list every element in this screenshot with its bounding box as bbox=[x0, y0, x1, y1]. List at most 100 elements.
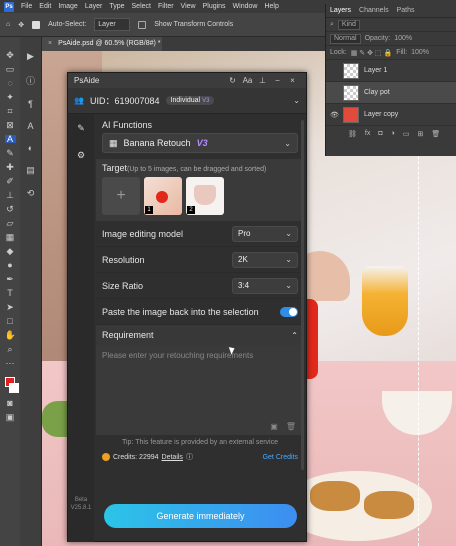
menu-type[interactable]: Type bbox=[109, 3, 124, 10]
generate-button[interactable]: Generate immediately bbox=[104, 504, 297, 528]
add-image-button[interactable]: + bbox=[102, 177, 140, 215]
hand-icon[interactable]: ✋ bbox=[5, 331, 16, 340]
layer-thumbnail bbox=[343, 84, 359, 101]
ai-function-dropdown[interactable]: ▦ Banana Retouch V3 ⌄ bbox=[102, 133, 298, 153]
link-icon[interactable]: ⛓ bbox=[348, 130, 357, 138]
pin-icon[interactable]: ⊥ bbox=[255, 76, 270, 85]
menu-help[interactable]: Help bbox=[264, 3, 278, 10]
menu-file[interactable]: File bbox=[21, 3, 32, 10]
document-tab[interactable]: × PsAide.psd @ 60.5% (RGB/8#) * bbox=[42, 37, 162, 51]
paragraph-icon[interactable]: ¶ bbox=[28, 99, 33, 109]
requirement-header[interactable]: Requirement ⌃ bbox=[96, 325, 304, 345]
chevron-up-icon[interactable]: ⌃ bbox=[291, 331, 298, 340]
layer-item-layer-1[interactable]: Layer 1 bbox=[326, 60, 456, 82]
resolution-dropdown[interactable]: 2K ⌄ bbox=[232, 251, 298, 268]
ai-plugin-icon[interactable]: A bbox=[4, 135, 16, 144]
fx-icon[interactable]: fx bbox=[365, 130, 370, 138]
crop-icon[interactable]: ⌗ bbox=[5, 107, 16, 116]
zoom-icon[interactable]: ⌕ bbox=[5, 345, 16, 354]
brush-icon[interactable]: ✐ bbox=[5, 177, 16, 186]
pen-icon[interactable]: ✒ bbox=[5, 275, 16, 284]
auto-select-dropdown[interactable]: Layer bbox=[94, 18, 131, 31]
history-brush-icon[interactable]: ↺ bbox=[5, 205, 16, 214]
move-icon[interactable]: ✥ bbox=[5, 51, 16, 60]
edit-brush-icon[interactable]: ✎ bbox=[77, 123, 85, 134]
menu-window[interactable]: Window bbox=[233, 3, 258, 10]
menu-view[interactable]: View bbox=[181, 3, 196, 10]
details-link[interactable]: Details bbox=[162, 454, 183, 461]
paste-back-toggle[interactable] bbox=[280, 306, 298, 317]
swatches-icon[interactable]: ▤ bbox=[26, 165, 35, 176]
menu-edit[interactable]: Edit bbox=[39, 3, 51, 10]
magic-wand-icon[interactable]: ✦ bbox=[5, 93, 16, 102]
marquee-icon[interactable]: ▭ bbox=[5, 65, 16, 74]
eye-icon[interactable]: 👁 bbox=[330, 111, 339, 119]
show-transform-checkbox[interactable] bbox=[138, 20, 147, 29]
mask-icon[interactable]: ◘ bbox=[378, 130, 382, 138]
eraser-icon[interactable]: ▱ bbox=[5, 219, 16, 228]
trash-icon[interactable]: 🗑 bbox=[431, 130, 440, 138]
plugin-panel-icon[interactable]: A bbox=[27, 121, 33, 131]
fill-value[interactable]: 100% bbox=[411, 49, 429, 56]
lasso-icon[interactable]: ◌ bbox=[5, 79, 16, 88]
layer-item-layer-copy[interactable]: 👁 Layer copy bbox=[326, 104, 456, 126]
path-select-icon[interactable]: ➤ bbox=[5, 303, 16, 312]
get-credits-link[interactable]: Get Credits bbox=[263, 454, 298, 461]
new-layer-icon[interactable]: ⊞ bbox=[417, 130, 423, 138]
lock-icons[interactable]: ▦ ✎ ✥ ⬚ 🔒 bbox=[351, 49, 392, 57]
gradient-icon[interactable]: ▦ bbox=[5, 233, 16, 242]
font-size-icon[interactable]: Aa bbox=[240, 76, 255, 85]
rectangle-icon[interactable]: □ bbox=[5, 317, 16, 326]
size-ratio-dropdown[interactable]: 3:4 ⌄ bbox=[232, 277, 298, 294]
model-dropdown[interactable]: Pro ⌄ bbox=[232, 225, 298, 242]
settings-gear-icon[interactable]: ⚙ bbox=[77, 150, 85, 161]
screen-mode-icon[interactable]: ▣ bbox=[5, 413, 16, 422]
healing-brush-icon[interactable]: ✚ bbox=[5, 163, 16, 172]
thumb-index: 2 bbox=[187, 206, 195, 214]
adjust-icon[interactable]: ◐ bbox=[28, 143, 33, 153]
menu-plugins[interactable]: Plugins bbox=[203, 3, 226, 10]
info-icon[interactable]: ⓘ bbox=[186, 452, 193, 462]
more-tools-icon[interactable]: ⋯ bbox=[5, 359, 16, 368]
type-icon[interactable]: T bbox=[5, 289, 16, 298]
move-tool-icon[interactable]: ✥ bbox=[18, 21, 24, 29]
tab-paths[interactable]: Paths bbox=[397, 7, 415, 14]
play-icon[interactable]: ▶ bbox=[27, 51, 34, 62]
blur-icon[interactable]: ◆ bbox=[5, 247, 16, 256]
close-icon[interactable]: × bbox=[285, 76, 300, 85]
home-icon[interactable]: ⌂ bbox=[6, 21, 10, 28]
info-icon[interactable]: ⓘ bbox=[26, 74, 35, 87]
close-document-icon[interactable]: × bbox=[48, 40, 52, 47]
stamp-icon[interactable]: ⊥ bbox=[5, 191, 16, 200]
menu-image[interactable]: Image bbox=[58, 3, 77, 10]
menu-layer[interactable]: Layer bbox=[85, 3, 103, 10]
folder-icon[interactable]: ▭ bbox=[403, 130, 410, 138]
target-image-2[interactable]: 2 bbox=[186, 177, 224, 215]
tab-channels[interactable]: Channels bbox=[359, 7, 389, 14]
target-image-1[interactable]: 1 bbox=[144, 177, 182, 215]
layer-item-clay-pot[interactable]: Clay pot bbox=[326, 82, 456, 104]
kind-filter-dropdown[interactable]: Kind bbox=[337, 19, 360, 30]
requirement-input[interactable] bbox=[102, 351, 298, 421]
dodge-icon[interactable]: ● bbox=[5, 261, 16, 270]
history-icon[interactable]: ⟲ bbox=[27, 188, 35, 199]
tab-layers[interactable]: Layers bbox=[330, 7, 351, 14]
trash-icon[interactable]: 🗑 bbox=[286, 422, 296, 431]
panel-scrollbar[interactable] bbox=[301, 120, 304, 470]
eyedropper-icon[interactable]: ✎ bbox=[5, 149, 16, 158]
opacity-value[interactable]: 100% bbox=[394, 35, 412, 42]
blend-row: Normal Opacity: 100% bbox=[326, 32, 456, 46]
adjustment-icon[interactable]: ◑ bbox=[391, 130, 395, 138]
auto-select-checkbox[interactable] bbox=[32, 20, 41, 29]
menu-select[interactable]: Select bbox=[132, 3, 151, 10]
blend-mode-dropdown[interactable]: Normal bbox=[330, 33, 361, 44]
background-color-swatch[interactable] bbox=[9, 383, 19, 393]
menu-filter[interactable]: Filter bbox=[158, 3, 174, 10]
layer-name: Clay pot bbox=[364, 89, 390, 96]
quick-mask-icon[interactable]: ◙ bbox=[5, 399, 16, 408]
frame-icon[interactable]: ⊠ bbox=[5, 121, 16, 130]
minimize-icon[interactable]: − bbox=[270, 76, 285, 85]
image-insert-icon[interactable]: ▣ bbox=[270, 422, 278, 431]
refresh-icon[interactable]: ↻ bbox=[225, 76, 240, 85]
chevron-down-icon[interactable]: ⌄ bbox=[293, 96, 300, 105]
